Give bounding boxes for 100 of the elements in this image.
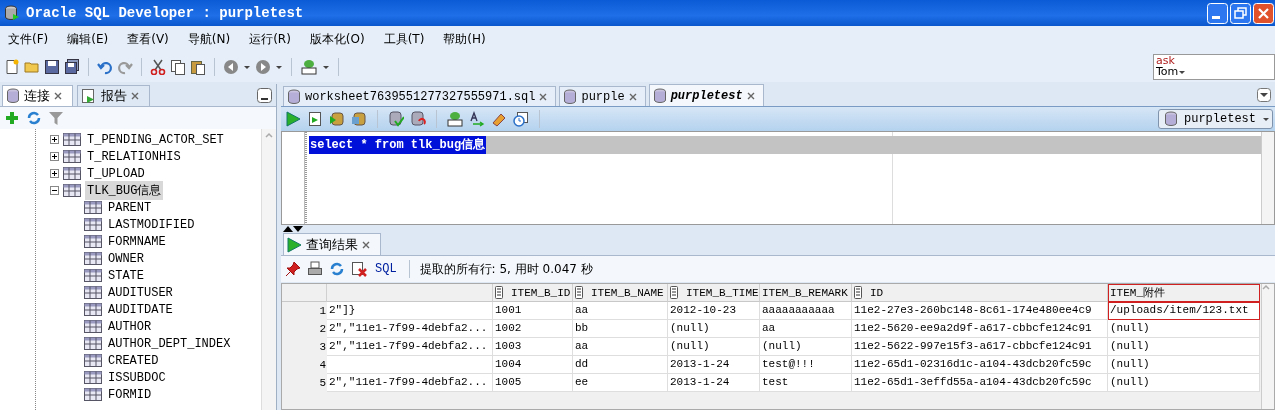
close-icon[interactable] <box>54 92 62 100</box>
table-icon <box>84 302 102 317</box>
table-cell: bb <box>573 320 668 338</box>
expander-icon[interactable] <box>50 186 59 195</box>
menu-item[interactable]: 运行(R) <box>245 30 299 48</box>
tree-item[interactable]: LASTMODIFIED <box>106 216 197 233</box>
text-case-icon[interactable] <box>469 111 485 127</box>
scrollbar[interactable] <box>261 129 276 410</box>
tree-item[interactable]: PARENT <box>106 199 154 216</box>
expander-icon[interactable] <box>50 169 59 178</box>
scissors-icon[interactable] <box>150 59 166 75</box>
caret-icon[interactable] <box>322 63 330 71</box>
table-cell: (null) <box>1108 320 1260 338</box>
tree-item[interactable]: T_UPLOAD <box>85 165 147 182</box>
close-icon[interactable] <box>539 92 548 101</box>
copy-icon[interactable] <box>170 59 186 75</box>
tree-item[interactable]: ISSUBDOC <box>106 369 168 386</box>
undo-icon[interactable] <box>97 59 113 75</box>
printer-icon[interactable] <box>307 261 323 277</box>
tree-item[interactable]: AUTHOR_DEPT_INDEX <box>106 335 233 352</box>
tree-item[interactable]: T_PENDING_ACTOR_SET <box>85 131 226 148</box>
menu-item[interactable]: 工具(T) <box>379 30 433 48</box>
sort-icon <box>854 286 862 299</box>
down-triangle-icon[interactable] <box>293 225 303 233</box>
table-cell: test <box>760 374 852 392</box>
minimize-icon[interactable] <box>1207 2 1228 24</box>
tree-item[interactable]: AUTHOR <box>106 318 154 335</box>
table-cell: ee <box>573 374 668 392</box>
connection-selector[interactable]: purpletest <box>1158 109 1273 129</box>
close-icon[interactable] <box>746 91 755 100</box>
column-header[interactable]: ITEM_B_ID <box>493 284 573 302</box>
expander-icon[interactable] <box>50 152 59 161</box>
history-icon[interactable] <box>513 111 529 127</box>
panel-tab[interactable]: 报告 <box>77 85 150 106</box>
rollback-icon[interactable] <box>410 111 426 127</box>
table-icon <box>63 183 81 198</box>
table-icon <box>84 268 102 283</box>
column-header[interactable]: ITEM_B_NAME <box>573 284 668 302</box>
editor-tab[interactable]: purpletest <box>648 84 764 106</box>
run-icon <box>286 236 302 253</box>
results-tab[interactable]: 查询结果 <box>283 233 381 255</box>
up-triangle-icon[interactable] <box>283 225 293 233</box>
forward-menu-caret-icon[interactable] <box>275 63 283 71</box>
run-script-icon[interactable] <box>307 111 323 127</box>
close-icon[interactable] <box>628 92 637 101</box>
column-header[interactable]: ID <box>852 284 1108 302</box>
minimize-panel-icon[interactable] <box>257 87 272 103</box>
panel-tab[interactable]: 连接 <box>2 85 73 106</box>
close-icon[interactable] <box>131 92 139 100</box>
tree-item[interactable]: STATE <box>106 267 146 284</box>
table-cell: 1003 <box>493 338 573 356</box>
tree-item[interactable]: OWNER <box>106 250 146 267</box>
table-cell: 2"]} <box>327 302 493 320</box>
editor-tab[interactable]: worksheet7639551277327555971.sql <box>283 86 557 106</box>
run-icon[interactable] <box>285 111 301 127</box>
floppy-disks-icon[interactable] <box>64 59 80 75</box>
tree-item[interactable]: T_RELATIONHIS <box>85 148 183 165</box>
refresh-icon[interactable] <box>26 110 42 126</box>
tree-item[interactable]: FORMNAME <box>106 233 168 250</box>
table-cell: /uploads/item/123.txt <box>1108 302 1260 320</box>
sort-icon <box>575 286 583 299</box>
close-icon[interactable] <box>362 240 370 249</box>
scrollbar[interactable] <box>1261 132 1274 224</box>
pin-icon[interactable] <box>285 261 301 277</box>
add-icon[interactable] <box>4 110 20 126</box>
table-icon <box>84 285 102 300</box>
new-file-icon[interactable] <box>4 59 20 75</box>
sort-icon <box>670 286 678 299</box>
filter-icon[interactable] <box>48 110 64 126</box>
expander-icon[interactable] <box>50 135 59 144</box>
menu-item[interactable]: 导航(N) <box>183 30 239 48</box>
clipboard-icon[interactable] <box>190 59 206 75</box>
menu-item[interactable]: 版本化(O) <box>305 30 373 48</box>
column-header[interactable]: ITEM_B_REMARK <box>760 284 852 302</box>
tree-item[interactable]: TLK_BUG信息 <box>85 181 164 200</box>
restore-icon[interactable] <box>1230 2 1251 24</box>
menu-item[interactable]: 文件(F) <box>4 30 57 48</box>
tree-item[interactable]: FORMID <box>106 386 154 403</box>
commit-icon[interactable] <box>388 111 404 127</box>
tree-item[interactable]: AUDITDATE <box>106 301 175 318</box>
menu-item[interactable]: 查看(V) <box>123 30 177 48</box>
tree-item[interactable]: CREATED <box>106 352 161 369</box>
table-cell: 11e2-5620-ee9a2d9f-a617-cbbcfe124c91 <box>852 320 1108 338</box>
column-header[interactable]: ITEM_B_TIME <box>668 284 760 302</box>
sql-button[interactable]: SQL <box>373 262 399 276</box>
dropdown-caret-icon[interactable] <box>1262 115 1270 123</box>
table-cell: aa <box>760 320 852 338</box>
cancel-icon[interactable] <box>351 261 367 277</box>
menu-item[interactable]: 帮助(H) <box>439 30 494 48</box>
column-header[interactable]: ITEM_附件 <box>1108 284 1260 302</box>
back-menu-caret-icon[interactable] <box>243 63 251 71</box>
refresh-icon[interactable] <box>329 261 345 277</box>
tab-list-icon[interactable] <box>1257 88 1271 102</box>
tree-item[interactable]: AUDITUSER <box>106 284 175 301</box>
eraser-icon[interactable] <box>491 111 507 127</box>
scrollbar[interactable] <box>1261 284 1274 409</box>
menu-item[interactable]: 编辑(E) <box>63 30 117 48</box>
ask-tom-widget[interactable]: ask Tom <box>1153 54 1275 80</box>
editor-tab[interactable]: purple <box>559 86 646 106</box>
table-cell: 2","11e1-7f99-4debfa2... <box>327 338 493 356</box>
